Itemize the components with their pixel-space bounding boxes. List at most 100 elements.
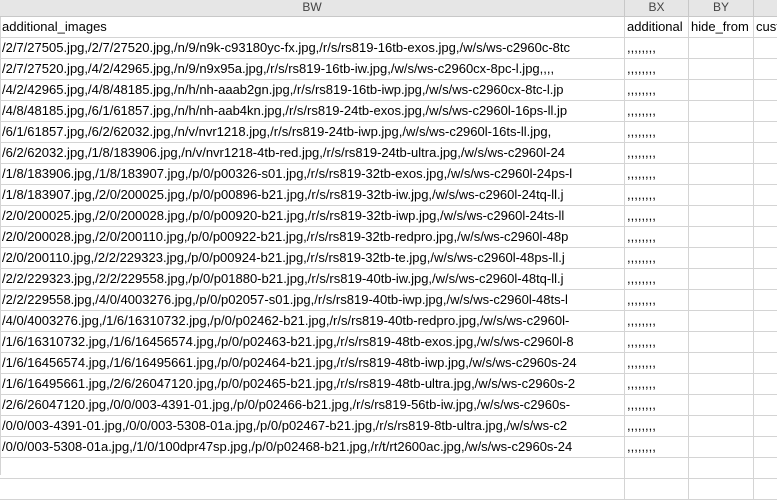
cell-bz[interactable]	[754, 143, 777, 163]
cell-bz[interactable]	[754, 311, 777, 331]
cell-bz[interactable]	[754, 353, 777, 373]
cell-bx[interactable]: ,,,,,,,,	[625, 80, 689, 100]
cell-bz[interactable]	[754, 395, 777, 415]
cell-by[interactable]	[689, 374, 754, 394]
cell-bx[interactable]: ,,,,,,,,	[625, 164, 689, 184]
cell-bw-header[interactable]: additional_images	[0, 17, 625, 37]
cell-by[interactable]	[689, 80, 754, 100]
cell-by[interactable]	[689, 353, 754, 373]
cell-bw[interactable]: /1/8/183907.jpg,/2/0/200025.jpg,/p/0/p00…	[0, 185, 625, 205]
cell-bz[interactable]	[754, 374, 777, 394]
cell-by[interactable]	[689, 437, 754, 457]
cell-bz[interactable]	[754, 458, 777, 478]
cell-bx[interactable]: ,,,,,,,,	[625, 353, 689, 373]
table-row: /1/6/16310732.jpg,/1/6/16456574.jpg,/p/0…	[0, 332, 777, 353]
cell-bz[interactable]	[754, 164, 777, 184]
cell-bx[interactable]	[625, 479, 689, 499]
table-row	[0, 479, 777, 500]
cell-bz[interactable]	[754, 80, 777, 100]
cell-bx[interactable]: ,,,,,,,,	[625, 311, 689, 331]
cell-bw[interactable]: /6/2/62032.jpg,/1/8/183906.jpg,/n/v/nvr1…	[0, 143, 625, 163]
cell-bx[interactable]: ,,,,,,,,	[625, 101, 689, 121]
cell-bx[interactable]: ,,,,,,,,	[625, 269, 689, 289]
cell-bx-header[interactable]: additional	[625, 17, 689, 37]
cell-bz[interactable]	[754, 185, 777, 205]
cell-bx[interactable]: ,,,,,,,,	[625, 332, 689, 352]
cell-by[interactable]	[689, 38, 754, 58]
cell-bw[interactable]: /2/7/27505.jpg,/2/7/27520.jpg,/n/9/n9k-c…	[0, 38, 625, 58]
cell-bw[interactable]: /4/0/4003276.jpg,/1/6/16310732.jpg,/p/0/…	[0, 311, 625, 331]
cell-bx[interactable]	[625, 458, 689, 478]
cell-bz[interactable]	[754, 122, 777, 142]
cell-by[interactable]	[689, 206, 754, 226]
cell-bz[interactable]	[754, 101, 777, 121]
cell-bz[interactable]	[754, 38, 777, 58]
cell-bz[interactable]	[754, 206, 777, 226]
column-header-bx[interactable]: BX	[625, 0, 689, 16]
cell-by[interactable]	[689, 185, 754, 205]
cell-bw[interactable]: /0/0/003-4391-01.jpg,/0/0/003-5308-01a.j…	[0, 416, 625, 436]
cell-bw[interactable]: /4/8/48185.jpg,/6/1/61857.jpg,/n/h/nh-aa…	[0, 101, 625, 121]
cell-by[interactable]	[689, 458, 754, 478]
cell-by[interactable]	[689, 101, 754, 121]
cell-bx[interactable]: ,,,,,,,,	[625, 143, 689, 163]
cell-by[interactable]	[689, 122, 754, 142]
cell-bw[interactable]: /2/7/27520.jpg,/4/2/42965.jpg,/n/9/n9x95…	[0, 59, 625, 79]
cell-bx[interactable]: ,,,,,,,,	[625, 185, 689, 205]
cell-by[interactable]	[689, 290, 754, 310]
cell-bz[interactable]	[754, 290, 777, 310]
cell-by[interactable]	[689, 164, 754, 184]
cell-by[interactable]	[689, 143, 754, 163]
cell-bw[interactable]: /1/8/183906.jpg,/1/8/183907.jpg,/p/0/p00…	[0, 164, 625, 184]
cell-bz[interactable]	[754, 248, 777, 268]
table-row: /6/1/61857.jpg,/6/2/62032.jpg,/n/v/nvr12…	[0, 122, 777, 143]
cell-bz[interactable]	[754, 416, 777, 436]
cell-bx[interactable]: ,,,,,,,,	[625, 227, 689, 247]
column-header-bw[interactable]: BW	[0, 0, 625, 16]
cell-by[interactable]	[689, 479, 754, 499]
cell-bz[interactable]	[754, 479, 777, 499]
table-row: /2/0/200110.jpg,/2/2/229323.jpg,/p/0/p00…	[0, 248, 777, 269]
cell-bw[interactable]	[0, 479, 625, 499]
cell-by[interactable]	[689, 416, 754, 436]
cell-bz[interactable]	[754, 437, 777, 457]
cell-bx[interactable]: ,,,,,,,,	[625, 59, 689, 79]
cell-bz[interactable]	[754, 269, 777, 289]
cell-bx[interactable]: ,,,,,,,,	[625, 122, 689, 142]
cell-bw[interactable]: /2/0/200028.jpg,/2/0/200110.jpg,/p/0/p00…	[0, 227, 625, 247]
cell-bw[interactable]: /1/6/16310732.jpg,/1/6/16456574.jpg,/p/0…	[0, 332, 625, 352]
cell-by[interactable]	[689, 311, 754, 331]
cell-bw[interactable]: /2/6/26047120.jpg,/0/0/003-4391-01.jpg,/…	[0, 395, 625, 415]
cell-bw[interactable]: /4/2/42965.jpg,/4/8/48185.jpg,/n/h/nh-aa…	[0, 80, 625, 100]
cell-bx[interactable]: ,,,,,,,,	[625, 374, 689, 394]
cell-bx[interactable]: ,,,,,,,,	[625, 437, 689, 457]
cell-bx[interactable]: ,,,,,,,,	[625, 416, 689, 436]
cell-by[interactable]	[689, 59, 754, 79]
column-header-by[interactable]: BY	[689, 0, 754, 16]
cell-bw[interactable]: /2/0/200025.jpg,/2/0/200028.jpg,/p/0/p00…	[0, 206, 625, 226]
cell-bw[interactable]: /1/6/16495661.jpg,/2/6/26047120.jpg,/p/0…	[0, 374, 625, 394]
cell-bw[interactable]: /1/6/16456574.jpg,/1/6/16495661.jpg,/p/0…	[0, 353, 625, 373]
cell-bw[interactable]: /6/1/61857.jpg,/6/2/62032.jpg,/n/v/nvr12…	[0, 122, 625, 142]
cell-by[interactable]	[689, 248, 754, 268]
cell-bz-header[interactable]: cust	[754, 17, 777, 37]
cell-by[interactable]	[689, 269, 754, 289]
cell-bx[interactable]: ,,,,,,,,	[625, 248, 689, 268]
cell-by-header[interactable]: hide_from	[689, 17, 754, 37]
cell-bx[interactable]: ,,,,,,,,	[625, 395, 689, 415]
cell-by[interactable]	[689, 395, 754, 415]
cell-by[interactable]	[689, 227, 754, 247]
cell-bx[interactable]: ,,,,,,,,	[625, 206, 689, 226]
cell-bw[interactable]: /2/2/229323.jpg,/2/2/229558.jpg,/p/0/p01…	[0, 269, 625, 289]
cell-bw[interactable]: /0/0/003-5308-01a.jpg,/1/0/100dpr47sp.jp…	[0, 437, 625, 457]
cell-bz[interactable]	[754, 227, 777, 247]
cell-bw[interactable]: /2/0/200110.jpg,/2/2/229323.jpg,/p/0/p00…	[0, 248, 625, 268]
cell-by[interactable]	[689, 332, 754, 352]
cell-bx[interactable]: ,,,,,,,,	[625, 290, 689, 310]
cell-bx[interactable]: ,,,,,,,,	[625, 38, 689, 58]
cell-bz[interactable]	[754, 332, 777, 352]
cell-bw[interactable]	[0, 458, 625, 478]
cell-bw[interactable]: /2/2/229558.jpg,/4/0/4003276.jpg,/p/0/p0…	[0, 290, 625, 310]
column-header-bz[interactable]	[754, 0, 777, 16]
cell-bz[interactable]	[754, 59, 777, 79]
